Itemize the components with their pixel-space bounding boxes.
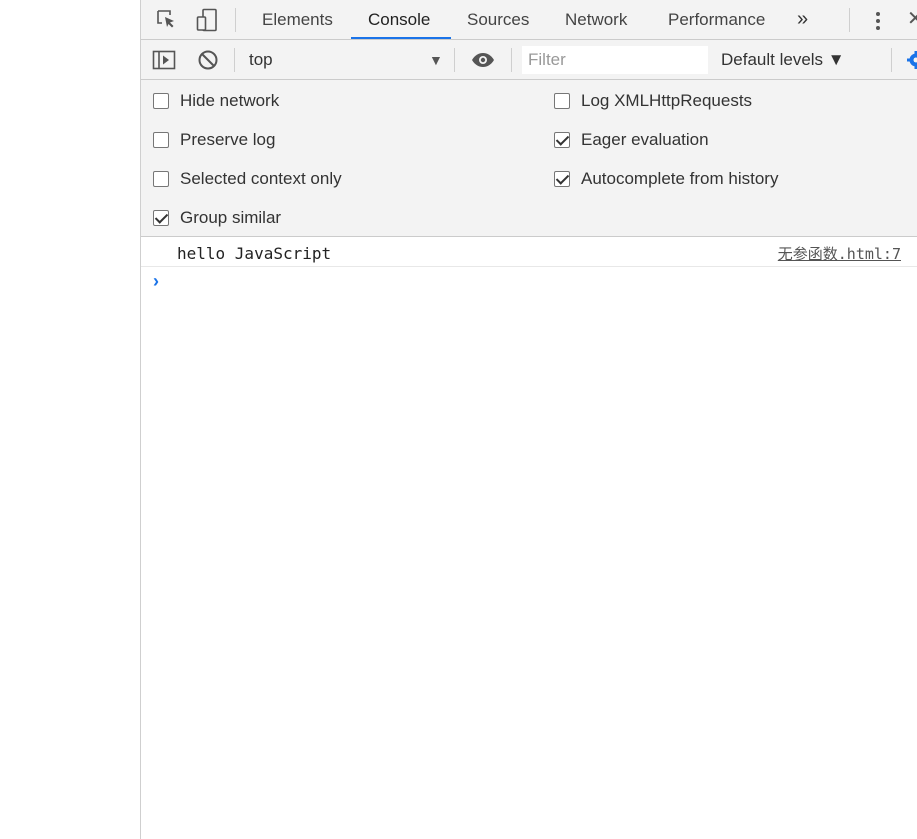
prompt-chevron-icon: › — [153, 271, 159, 291]
console-input[interactable] — [177, 272, 897, 292]
option-label: Autocomplete from history — [581, 168, 779, 188]
default-levels-dropdown[interactable]: Default levels ▼ — [721, 40, 845, 80]
console-toolbar: top ▼ Default levels ▼ — [141, 40, 917, 80]
log-xmlhttprequests-checkbox[interactable] — [554, 92, 570, 109]
console-message-text: hello JavaScript — [177, 244, 332, 263]
preserve-log-option[interactable]: Preserve log — [153, 120, 275, 159]
device-toolbar-icon[interactable] — [195, 8, 219, 32]
group-similar-checkbox[interactable] — [153, 209, 169, 226]
inspected-page-area — [0, 0, 140, 839]
filter-input[interactable] — [522, 46, 708, 74]
tab-network[interactable]: Network — [565, 0, 627, 40]
gear-icon[interactable] — [906, 50, 917, 70]
selected-context-only-checkbox[interactable] — [153, 170, 169, 187]
toolbar-divider — [891, 48, 892, 72]
inspect-element-icon[interactable] — [155, 8, 179, 32]
more-tabs-icon[interactable]: » — [797, 0, 808, 40]
context-selector[interactable]: top — [249, 40, 273, 80]
toolbar-divider — [849, 8, 850, 32]
active-tab-indicator — [351, 37, 451, 39]
hide-network-option[interactable]: Hide network — [153, 81, 279, 120]
option-label: Group similar — [180, 207, 282, 227]
preserve-log-checkbox[interactable] — [153, 131, 169, 148]
selected-context-only-option[interactable]: Selected context only — [153, 159, 342, 198]
console-message-source-link[interactable]: 无参函数.html:7 — [778, 238, 901, 267]
toolbar-divider — [511, 48, 512, 72]
option-label: Preserve log — [180, 129, 276, 149]
eager-evaluation-checkbox[interactable] — [554, 131, 570, 148]
chevron-down-icon[interactable]: ▼ — [429, 40, 443, 80]
sidebar-toggle-icon[interactable] — [152, 48, 176, 72]
console-message: hello JavaScript 无参函数.html:7 — [141, 238, 917, 267]
tab-elements[interactable]: Elements — [262, 0, 333, 40]
clear-console-icon[interactable] — [196, 48, 220, 72]
toolbar-divider — [454, 48, 455, 72]
hide-network-checkbox[interactable] — [153, 92, 169, 109]
console-prompt[interactable]: › — [141, 268, 917, 296]
tab-console[interactable]: Console — [368, 0, 430, 40]
console-settings-pane: Hide network Preserve log Selected conte… — [141, 80, 917, 237]
tab-performance[interactable]: Performance — [668, 0, 765, 40]
log-xmlhttprequests-option[interactable]: Log XMLHttpRequests — [554, 81, 752, 120]
devtools-panel: Elements Console Sources Network Perform… — [140, 0, 917, 839]
group-similar-option[interactable]: Group similar — [153, 198, 281, 237]
close-icon[interactable]: ✕ — [907, 0, 917, 40]
option-label: Log XMLHttpRequests — [581, 90, 753, 110]
autocomplete-from-history-checkbox[interactable] — [554, 170, 570, 187]
toolbar-divider — [235, 8, 236, 32]
option-label: Selected context only — [180, 168, 342, 188]
autocomplete-from-history-option[interactable]: Autocomplete from history — [554, 159, 778, 198]
devtools-tabbar: Elements Console Sources Network Perform… — [141, 0, 917, 40]
eye-icon[interactable] — [471, 48, 495, 72]
toolbar-divider — [234, 48, 235, 72]
tab-sources[interactable]: Sources — [467, 0, 529, 40]
kebab-menu-icon[interactable] — [873, 10, 883, 32]
option-label: Eager evaluation — [581, 129, 709, 149]
option-label: Hide network — [180, 90, 280, 110]
eager-evaluation-option[interactable]: Eager evaluation — [554, 120, 709, 159]
